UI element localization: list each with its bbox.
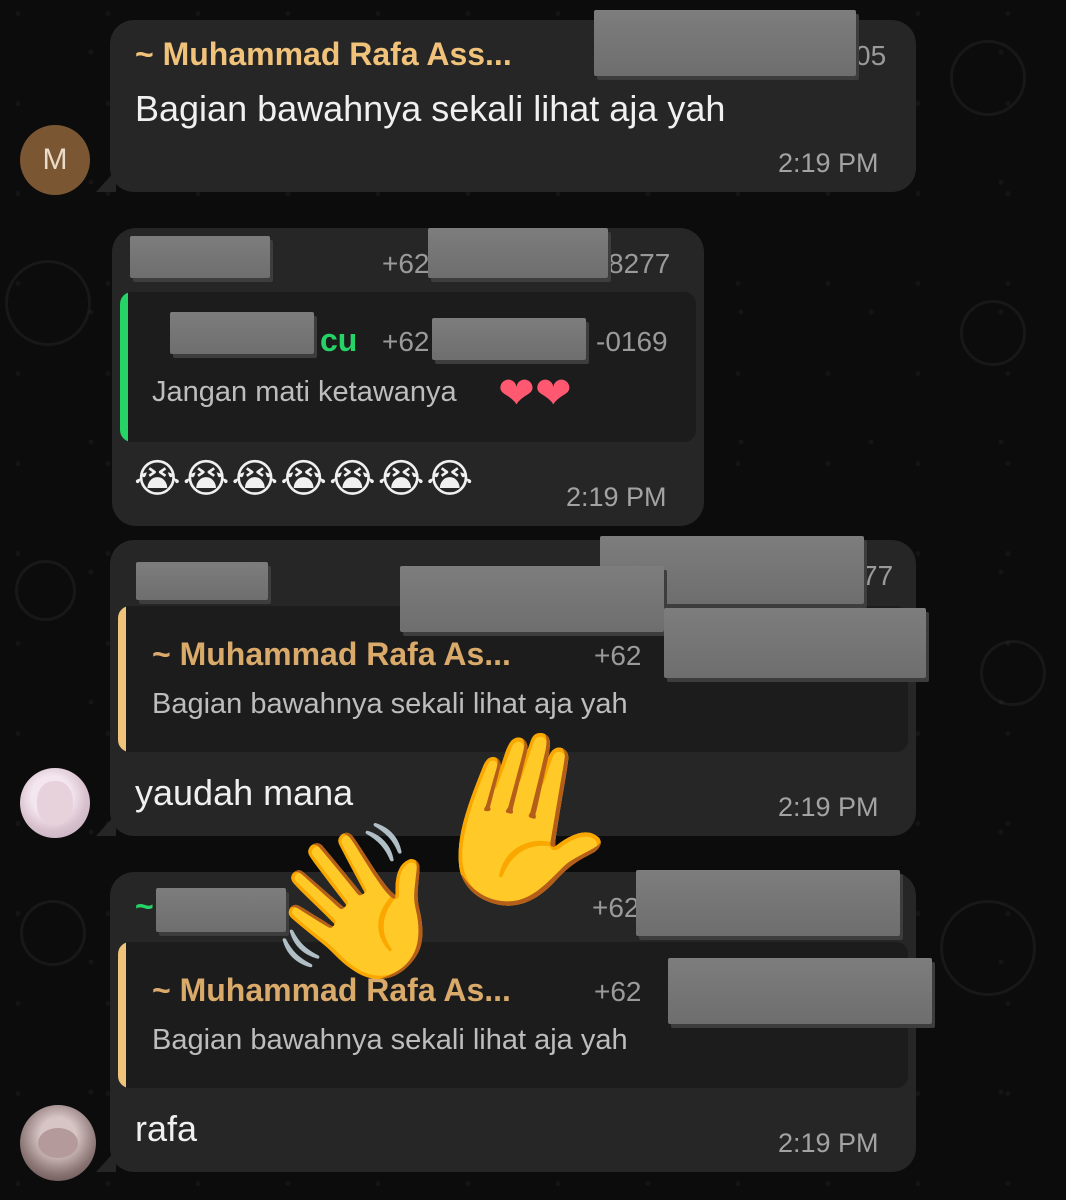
message-text: rafa (135, 1108, 198, 1149)
quote-phone-prefix: +62 (382, 326, 430, 357)
message-text: yaudah mana (135, 772, 354, 813)
sender-avatar[interactable] (20, 1105, 96, 1181)
heart-sticker: ❤❤ (498, 369, 572, 418)
redaction-box (668, 958, 932, 1024)
sender-avatar[interactable] (20, 768, 90, 838)
quote-sender-name: cu (320, 322, 358, 358)
message-time: 2:19 PM (778, 1128, 879, 1158)
avatar-letter: M (42, 143, 68, 176)
redaction-box (664, 608, 926, 678)
sender-phone-prefix: +62 (382, 248, 430, 279)
quote-bar (120, 292, 128, 442)
sender-phone-tail: 8277 (608, 248, 671, 279)
redaction-box (136, 562, 268, 600)
quote-phone-prefix: +62 (594, 640, 642, 671)
sender-name[interactable]: ~ (135, 888, 154, 925)
avatar-image (37, 781, 73, 825)
quote-phone-prefix: +62 (594, 976, 642, 1007)
quote-bar (118, 942, 126, 1088)
message-time: 2:19 PM (778, 792, 879, 822)
redaction-box (400, 566, 664, 632)
quote-text: Jangan mati ketawanya (152, 376, 457, 408)
message-text: Bagian bawahnya sekali lihat aja yah (135, 88, 726, 129)
redaction-box (130, 236, 270, 278)
message-time: 2:19 PM (566, 482, 667, 512)
avatar-image (38, 1128, 78, 1158)
sender-phone: 05 (855, 40, 887, 71)
quote-phone-tail: -0169 (596, 326, 668, 357)
redaction-box (428, 228, 608, 278)
redaction-box (594, 10, 856, 76)
sender-phone-tail: 77 (862, 560, 894, 591)
message-emojis: 😭😭😭😭😭😭😭 (134, 457, 476, 501)
quote-sender-name: ~ Muhammad Rafa As... (152, 636, 511, 672)
redaction-box (636, 870, 900, 936)
quote-text: Bagian bawahnya sekali lihat aja yah (152, 688, 628, 720)
sender-avatar[interactable]: M (20, 125, 90, 195)
redaction-box (432, 318, 586, 360)
quote-bar (118, 606, 126, 752)
message-time: 2:19 PM (778, 148, 879, 178)
quote-text: Bagian bawahnya sekali lihat aja yah (152, 1024, 628, 1056)
raised-hand-sticker: ✋ (400, 702, 652, 938)
redaction-box (170, 312, 314, 354)
sender-name[interactable]: ~ Muhammad Rafa Ass... (135, 36, 512, 73)
